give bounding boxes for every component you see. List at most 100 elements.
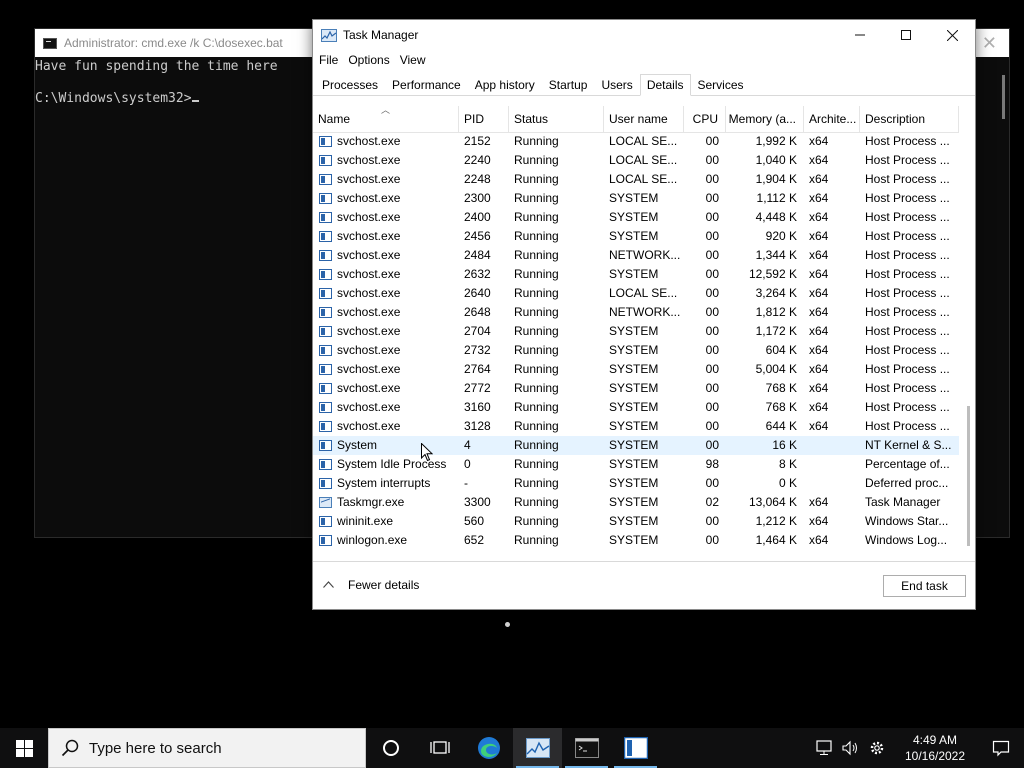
cell-user-name: NETWORK... xyxy=(609,305,681,319)
cell-name: svchost.exe xyxy=(313,360,459,379)
table-row[interactable]: svchost.exe 3160 Running SYSTEM 00 768 K x64 Ho… xyxy=(313,398,959,417)
process-name: System interrupts xyxy=(337,476,431,490)
cell-memory: 3,264 K xyxy=(755,286,797,300)
column-header-architecture[interactable]: Archite... xyxy=(804,106,860,133)
cell-status: Running xyxy=(514,400,559,414)
cell-architecture: x64 xyxy=(809,362,829,376)
cell-description: Host Process ... xyxy=(865,381,950,395)
tab-app-history[interactable]: App history xyxy=(468,74,542,96)
cell-architecture: x64 xyxy=(809,495,829,509)
process-name: svchost.exe xyxy=(337,305,401,319)
column-header-user-name[interactable]: User name xyxy=(604,106,684,133)
maximize-button[interactable] xyxy=(883,20,929,50)
table-row[interactable]: svchost.exe 3128 Running SYSTEM 00 644 K x64 Ho… xyxy=(313,417,959,436)
table-scrollbar[interactable] xyxy=(959,106,975,561)
close-button[interactable] xyxy=(929,20,975,50)
table-row[interactable]: svchost.exe 2248 Running LOCAL SE... 00 1,904… xyxy=(313,170,959,189)
tab-users[interactable]: Users xyxy=(594,74,639,96)
fewer-details-button[interactable]: Fewer details xyxy=(323,578,419,592)
table-row[interactable]: System Idle Process 0 Running SYSTEM 98 8 K Pe… xyxy=(313,455,959,474)
table-row[interactable]: svchost.exe 2484 Running NETWORK... 00 1,344 … xyxy=(313,246,959,265)
cell-memory: 5,004 K xyxy=(755,362,797,376)
tab-services[interactable]: Services xyxy=(691,74,751,96)
table-row[interactable]: svchost.exe 2732 Running SYSTEM 00 604 K x64 Ho… xyxy=(313,341,959,360)
cell-name: svchost.exe xyxy=(313,246,459,265)
table-row[interactable]: svchost.exe 2764 Running SYSTEM 00 5,004 K x64… xyxy=(313,360,959,379)
settings-gear-icon[interactable] xyxy=(864,728,890,768)
tab-startup[interactable]: Startup xyxy=(542,74,595,96)
menu-file[interactable]: File xyxy=(319,53,346,67)
cell-name: svchost.exe xyxy=(313,341,459,360)
edge-browser-icon xyxy=(477,737,500,759)
table-row[interactable]: svchost.exe 2300 Running SYSTEM 00 1,112 K x64… xyxy=(313,189,959,208)
column-header-memory[interactable]: Memory (a... xyxy=(726,106,804,133)
task-manager-titlebar[interactable]: Task Manager xyxy=(313,20,975,50)
cmd-close-icon[interactable]: ✕ xyxy=(982,33,997,54)
cell-cpu: 00 xyxy=(705,533,719,547)
cell-description: Host Process ... xyxy=(865,210,950,224)
cell-memory: 768 K xyxy=(765,381,797,395)
edge-taskbar-button[interactable] xyxy=(464,728,513,768)
cell-cpu: 00 xyxy=(705,419,719,433)
column-header-status[interactable]: Status xyxy=(509,106,604,133)
column-header-cpu[interactable]: CPU xyxy=(684,106,726,133)
table-row[interactable]: winlogon.exe 652 Running SYSTEM 00 1,464 K x64… xyxy=(313,531,959,550)
table-row[interactable]: Taskmgr.exe 3300 Running SYSTEM 02 13,064 K x6… xyxy=(313,493,959,512)
cell-architecture: x64 xyxy=(809,533,829,547)
cell-pid: 3300 xyxy=(464,495,491,509)
cell-cpu: 00 xyxy=(705,362,719,376)
taskbar-clock[interactable]: 4:49 AM 10/16/2022 xyxy=(892,732,978,764)
cell-memory: 1,904 K xyxy=(755,172,797,186)
tab-details[interactable]: Details xyxy=(639,74,691,96)
cell-name: svchost.exe xyxy=(313,284,459,303)
cell-name: svchost.exe xyxy=(313,151,459,170)
cell-pid: 652 xyxy=(464,533,485,547)
cmd-taskbar-button[interactable] xyxy=(562,728,611,768)
cell-description: Host Process ... xyxy=(865,362,950,376)
column-header-description[interactable]: Description xyxy=(860,106,959,133)
scrollbar-thumb[interactable] xyxy=(967,406,970,546)
column-header-name[interactable]: ︿ Name xyxy=(313,106,459,133)
cell-pid: 2704 xyxy=(464,324,491,338)
table-row[interactable]: svchost.exe 2400 Running SYSTEM 00 4,448 K x64… xyxy=(313,208,959,227)
maximize-icon xyxy=(901,30,911,40)
table-row[interactable]: System 4 Running SYSTEM 00 16 K NT Kernel & S.… xyxy=(313,436,959,455)
column-header-pid[interactable]: PID xyxy=(459,106,509,133)
menu-options[interactable]: Options xyxy=(348,53,397,67)
table-row[interactable]: svchost.exe 2640 Running LOCAL SE... 00 3,264… xyxy=(313,284,959,303)
cortana-button[interactable] xyxy=(366,728,415,768)
app-taskbar-button[interactable] xyxy=(611,728,660,768)
start-button[interactable] xyxy=(0,728,48,768)
table-row[interactable]: svchost.exe 2772 Running SYSTEM 00 768 K x64 Ho… xyxy=(313,379,959,398)
process-name: winlogon.exe xyxy=(337,533,408,547)
table-row[interactable]: svchost.exe 2152 Running LOCAL SE... 00 1,992… xyxy=(313,132,959,151)
minimize-button[interactable] xyxy=(837,20,883,50)
cell-user-name: SYSTEM xyxy=(609,476,659,490)
network-icon[interactable] xyxy=(812,728,838,768)
table-row[interactable]: wininit.exe 560 Running SYSTEM 00 1,212 K x64 W… xyxy=(313,512,959,531)
cell-cpu: 00 xyxy=(705,267,719,281)
table-row[interactable]: System interrupts - Running SYSTEM 00 0 K Defe… xyxy=(313,474,959,493)
table-row[interactable]: svchost.exe 2648 Running NETWORK... 00 1,812 … xyxy=(313,303,959,322)
cell-user-name: SYSTEM xyxy=(609,381,659,395)
end-task-button[interactable]: End task xyxy=(883,575,966,597)
table-row[interactable]: svchost.exe 2704 Running SYSTEM 00 1,172 K x64… xyxy=(313,322,959,341)
volume-icon[interactable] xyxy=(838,728,864,768)
table-row[interactable]: svchost.exe 2240 Running LOCAL SE... 00 1,040… xyxy=(313,151,959,170)
process-icon xyxy=(319,345,332,356)
table-row[interactable]: svchost.exe 2456 Running SYSTEM 00 920 K x64 Ho… xyxy=(313,227,959,246)
cell-description: Percentage of... xyxy=(865,457,950,471)
tab-processes[interactable]: Processes xyxy=(315,74,385,96)
menu-view[interactable]: View xyxy=(400,53,434,67)
task-view-button[interactable] xyxy=(415,728,464,768)
cmd-scrollbar[interactable] xyxy=(1002,75,1005,119)
notifications-button[interactable] xyxy=(978,728,1024,768)
task-manager-taskbar-button[interactable] xyxy=(513,728,562,768)
table-row[interactable]: svchost.exe 2632 Running SYSTEM 00 12,592 K x6… xyxy=(313,265,959,284)
cell-description: Host Process ... xyxy=(865,419,950,433)
taskbar-search-box[interactable]: Type here to search xyxy=(48,728,366,768)
tab-performance[interactable]: Performance xyxy=(385,74,468,96)
clock-date: 10/16/2022 xyxy=(904,749,966,763)
cell-memory: 4,448 K xyxy=(755,210,797,224)
task-manager-window[interactable]: Task Manager File Options View Processes… xyxy=(312,19,976,610)
